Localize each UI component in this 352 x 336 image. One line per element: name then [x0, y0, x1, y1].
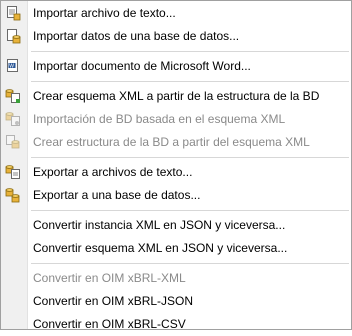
menu-item[interactable]: Convertir en OIM xBRL-CSV	[1, 313, 351, 336]
database-export-icon	[5, 187, 21, 203]
menu-item-label: Crear estructura de la BD a partir del e…	[33, 135, 310, 149]
menu-separator	[1, 154, 351, 161]
menu-item-label: Importación de BD basada en el esquema X…	[33, 112, 286, 126]
text-export-icon	[5, 164, 21, 180]
menu-item-label: Importar datos de una base de datos...	[33, 29, 240, 43]
schema-from-db-icon	[5, 88, 21, 104]
menu-item[interactable]: Exportar a una base de datos...	[1, 184, 351, 207]
context-menu: Importar archivo de texto... Importar dat…	[0, 0, 352, 331]
db-import-schema-icon	[5, 111, 21, 127]
svg-text:W: W	[9, 63, 14, 69]
menu-items: Importar archivo de texto... Importar dat…	[1, 2, 351, 336]
menu-item: Crear estructura de la BD a partir del e…	[1, 131, 351, 154]
db-structure-icon	[5, 134, 21, 150]
menu-item[interactable]: Convertir instancia XML en JSON y viceve…	[1, 214, 351, 237]
menu-separator	[1, 207, 351, 214]
menu-item[interactable]: Exportar a archivos de texto...	[1, 161, 351, 184]
menu-item: Convertir en OIM xBRL-XML	[1, 267, 351, 290]
menu-item[interactable]: Crear esquema XML a partir de la estruct…	[1, 85, 351, 108]
menu-item-label: Convertir esquema XML en JSON y vicevers…	[33, 241, 288, 255]
menu-item[interactable]: Convertir en OIM xBRL-JSON	[1, 290, 351, 313]
menu-item[interactable]: Importar datos de una base de datos...	[1, 25, 351, 48]
database-import-icon	[5, 28, 21, 44]
menu-item-label: Importar documento de Microsoft Word...	[33, 59, 251, 73]
menu-separator	[1, 78, 351, 85]
menu-item[interactable]: W Importar documento de Microsoft Word...	[1, 55, 351, 78]
word-import-icon: W	[5, 58, 21, 74]
menu-item-label: Convertir en OIM xBRL-JSON	[33, 294, 194, 308]
menu-item-label: Exportar a una base de datos...	[33, 188, 201, 202]
menu-item-label: Crear esquema XML a partir de la estruct…	[33, 89, 320, 103]
menu-item: Importación de BD basada en el esquema X…	[1, 108, 351, 131]
menu-item-label: Convertir instancia XML en JSON y viceve…	[33, 218, 286, 232]
menu-separator	[1, 260, 351, 267]
menu-item-label: Convertir en OIM xBRL-XML	[33, 271, 186, 285]
menu-item[interactable]: Importar archivo de texto...	[1, 2, 351, 25]
menu-item-label: Exportar a archivos de texto...	[33, 165, 193, 179]
menu-item-label: Convertir en OIM xBRL-CSV	[33, 317, 186, 331]
menu-item-label: Importar archivo de texto...	[33, 6, 176, 20]
text-import-icon	[5, 5, 21, 21]
menu-item[interactable]: Convertir esquema XML en JSON y vicevers…	[1, 237, 351, 260]
menu-separator	[1, 48, 351, 55]
